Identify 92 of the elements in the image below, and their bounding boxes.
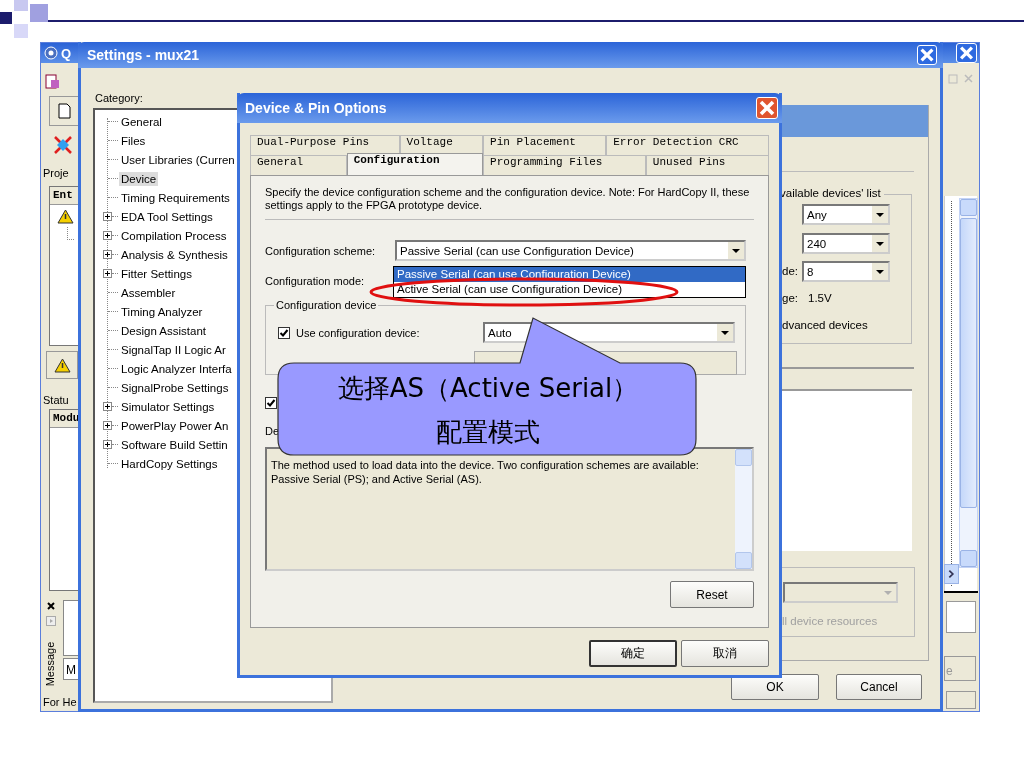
dropdown[interactable]: 240 (802, 233, 890, 254)
dropdown[interactable]: 8 (802, 261, 890, 282)
dropdown-arrow-icon (876, 241, 884, 246)
tree-item[interactable]: Simulator Settings (119, 399, 217, 414)
cancel-button[interactable]: Cancel (836, 674, 922, 700)
dropdown[interactable]: Any (802, 204, 890, 225)
warning-icon (57, 209, 74, 224)
dropdown-arrow-icon (876, 269, 884, 274)
field-label: de: (782, 265, 798, 277)
scrollbar[interactable] (735, 449, 752, 569)
warning-icon (53, 357, 71, 373)
toolbar-button[interactable] (49, 96, 79, 126)
dropdown[interactable] (783, 582, 898, 603)
dropdown-arrow-icon (884, 590, 892, 595)
diamond-icon[interactable] (53, 135, 73, 155)
document-icon[interactable] (44, 74, 60, 90)
close-button[interactable] (956, 43, 977, 63)
dropdown-option[interactable]: Passive Serial (can use Configuration Device) (394, 267, 745, 282)
window-title: Q (61, 45, 72, 61)
text-box (946, 601, 976, 633)
close-icon[interactable] (46, 601, 56, 611)
checkbox[interactable] (265, 397, 277, 409)
group-title: vailable devices' list (780, 187, 884, 199)
panel-label: Proje (43, 167, 69, 179)
tab[interactable]: Programming Files (483, 155, 646, 175)
tab[interactable]: Pin Placement (483, 135, 607, 155)
text-box (946, 691, 976, 709)
app-icon (44, 46, 58, 60)
field-value: 1.5V (808, 292, 832, 304)
panel-label: Message (44, 640, 56, 689)
dropdown[interactable]: Passive Serial (can use Configuration Device) (395, 240, 746, 261)
tree-item[interactable]: Design Assistant (119, 323, 208, 338)
dropdown-arrow-icon (732, 248, 740, 253)
cancel-button[interactable]: 取消 (681, 640, 769, 667)
tab[interactable]: Dual-Purpose Pins (250, 135, 400, 155)
tab[interactable]: Configuration (346, 153, 484, 175)
description-text: The method used to load data into the device. Two configuration schemes are available: Passive Serial (PS); and Active Serial (AS). (270, 458, 700, 487)
expand-icon[interactable] (103, 421, 112, 430)
tab[interactable]: Unused Pins (645, 155, 769, 175)
expand-icon[interactable] (103, 440, 112, 449)
tab[interactable]: General (250, 155, 347, 175)
tree-item[interactable]: EDA Tool Settings (119, 209, 215, 224)
tree-item[interactable]: User Libraries (Curren (119, 152, 237, 167)
tree-item[interactable]: Device (119, 171, 159, 186)
expand-icon[interactable] (103, 250, 112, 259)
toolbar-button[interactable] (46, 351, 78, 379)
tree-item[interactable]: Fitter Settings (119, 266, 194, 281)
callout-text: 配置模式 (436, 416, 540, 449)
group-title: Configuration device (274, 299, 379, 311)
expand-icon[interactable] (103, 212, 112, 221)
tree-item[interactable]: Files (119, 133, 148, 148)
tab[interactable]: Error Detection CRC (606, 135, 769, 155)
tree-item[interactable]: Assembler (119, 285, 178, 300)
expand-icon[interactable] (103, 402, 112, 411)
scroll-right-icon[interactable] (944, 564, 959, 584)
tree-item[interactable]: SignalTap II Logic Ar (119, 342, 228, 357)
close-button[interactable] (756, 97, 778, 119)
expand-icon[interactable] (103, 269, 112, 278)
status-text: For He (43, 696, 77, 708)
tree-item[interactable]: Timing Analyzer (119, 304, 205, 319)
dropdown-arrow-icon (876, 212, 884, 217)
checkbox[interactable] (278, 326, 290, 339)
tree-item[interactable]: Timing Requirements (119, 190, 232, 205)
field-label: Configuration mode: (265, 275, 366, 287)
tree-item[interactable]: Software Build Settin (119, 437, 230, 452)
instruction-text: Specify the device configuration scheme and the configuration device. Note: For HardCopy II, these settings apply to the FPGA prototype device. (265, 186, 751, 212)
expand-icon[interactable] (103, 231, 112, 240)
tree-item[interactable]: Analysis & Synthesis (119, 247, 230, 262)
option-label: ll device resources (782, 615, 878, 627)
tree-item[interactable]: SignalProbe Settings (119, 380, 231, 395)
checkbox-label: Use configuration device: (296, 326, 421, 339)
callout-text: 选择AS（Active Serial） (337, 372, 639, 405)
scrollbar[interactable] (959, 198, 978, 568)
field-label: ge: (782, 292, 798, 304)
field-label: Configuration scheme: (265, 244, 377, 257)
ok-button[interactable]: 确定 (589, 640, 677, 667)
window-title: Device & Pin Options (245, 100, 387, 116)
tree-item[interactable]: PowerPlay Power An (119, 418, 231, 433)
option-label: dvanced devices (782, 319, 868, 331)
dropdown-arrow-icon (721, 330, 729, 335)
tree-item[interactable]: Compilation Process (119, 228, 229, 243)
tree-item[interactable]: HardCopy Settings (119, 456, 220, 471)
field-label: Category: (95, 92, 143, 104)
window-title: Settings - mux21 (87, 47, 200, 63)
ok-button[interactable]: OK (731, 674, 819, 700)
tree-item[interactable]: General (119, 114, 164, 129)
close-button[interactable] (917, 45, 937, 65)
panel-label: Statu (43, 394, 69, 406)
dropdown-option[interactable]: Active Serial (can use Configuration Device) (394, 282, 745, 297)
document-icon (57, 103, 71, 119)
reset-button[interactable]: Reset (670, 581, 754, 608)
tree-item[interactable]: Logic Analyzer Interfa (119, 361, 234, 376)
